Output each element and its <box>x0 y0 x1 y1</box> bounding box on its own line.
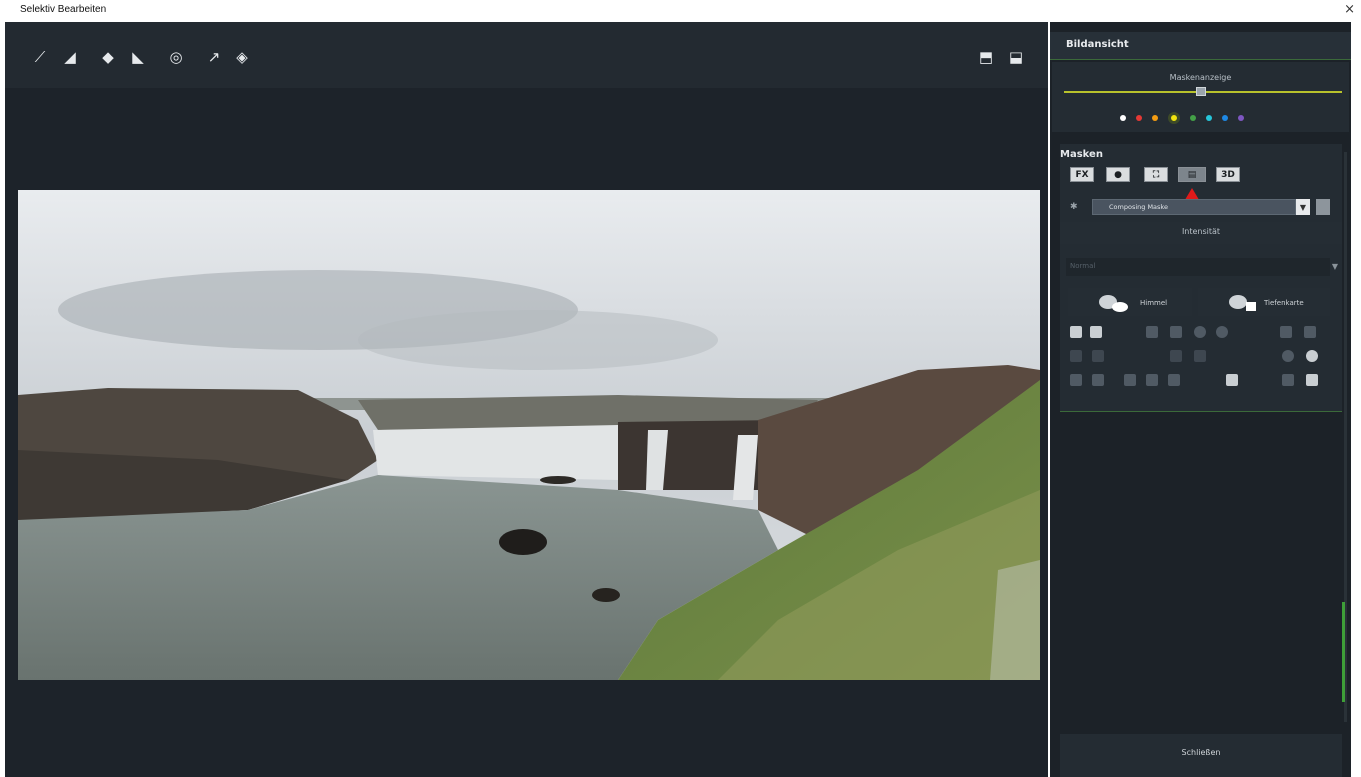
flow-low-icon[interactable] <box>1170 350 1182 362</box>
target-icon[interactable]: ◎ <box>165 46 187 68</box>
mask-clear-icon[interactable] <box>1304 326 1316 338</box>
mask-type-3d-button[interactable]: 3D <box>1216 167 1240 182</box>
blend-mode-value: Normal <box>1070 262 1096 270</box>
close-button-label: Schließen <box>1181 748 1221 757</box>
mask-combo[interactable]: Composing Maske <box>1092 199 1296 215</box>
photo-preview[interactable] <box>18 190 1040 680</box>
window-title: Selektiv Bearbeiten <box>20 4 107 15</box>
bildansicht-header[interactable]: Bildansicht <box>1050 32 1351 60</box>
mask-copy-icon[interactable] <box>1070 374 1082 386</box>
eraser-soft-icon[interactable]: ◣ <box>127 46 149 68</box>
mask-color-dot[interactable] <box>1222 115 1228 121</box>
masken-heading: Masken <box>1060 149 1103 160</box>
chevron-down-icon[interactable]: ▼ <box>1296 199 1310 215</box>
flow-high-icon[interactable] <box>1194 350 1206 362</box>
mask-combo-value: Composing Maske <box>1109 203 1168 211</box>
wand-icon[interactable]: ↗ <box>203 46 225 68</box>
brush-size-medium-icon[interactable] <box>1170 326 1182 338</box>
mask-color-dot[interactable] <box>1120 115 1126 121</box>
mask-paste-icon[interactable] <box>1092 374 1104 386</box>
load-mask-icon[interactable] <box>1282 374 1294 386</box>
brush-icon[interactable]: ⟋ <box>29 46 51 68</box>
mask-invert-icon[interactable] <box>1280 326 1292 338</box>
chevron-down-icon: ▼ <box>1331 262 1338 271</box>
mask-fill-icon[interactable] <box>1226 374 1238 386</box>
maskenanzeige-label: Maskenanzeige <box>1169 73 1232 82</box>
redo-icon[interactable] <box>1090 326 1102 338</box>
mask-color-dot[interactable] <box>1152 115 1158 121</box>
mask-subtract-icon[interactable] <box>1146 374 1158 386</box>
panel-scroll-indicator <box>1342 602 1345 702</box>
load-mask-icon[interactable]: ⬒ <box>975 46 997 68</box>
brush-size-large-icon[interactable] <box>1194 326 1206 338</box>
brush-size-small-icon[interactable] <box>1146 326 1158 338</box>
ai-sky-button[interactable]: Himmel <box>1068 288 1192 316</box>
fill-icon[interactable]: ◈ <box>231 46 253 68</box>
ai-sky-label: Himmel <box>1140 299 1168 307</box>
mask-type-gradient-button[interactable]: ▤ <box>1178 167 1206 182</box>
window-titlebar: Selektiv Bearbeiten × <box>0 0 1361 22</box>
undo-icon[interactable] <box>1070 326 1082 338</box>
ai-depth-button[interactable]: Tiefenkarte <box>1198 288 1330 316</box>
brush-size-xl-icon[interactable] <box>1216 326 1228 338</box>
brush-erase-icon[interactable]: ◢ <box>59 46 81 68</box>
mask-color-dot[interactable] <box>1206 115 1212 121</box>
close-button[interactable]: Schließen <box>1060 734 1342 777</box>
mask-type-fx-button[interactable]: FX <box>1070 167 1094 182</box>
mask-type-object-button[interactable]: ⛶ <box>1144 167 1168 182</box>
blend-mode-select[interactable]: Normal ▼ <box>1066 258 1338 276</box>
mask-color-dot[interactable] <box>1190 115 1196 121</box>
close-icon[interactable]: × <box>1344 2 1355 17</box>
masken-section: Masken FX ● ⛶ ▤ 3D ✱ Composing Maske ▼ I… <box>1060 144 1342 412</box>
save-mask-icon[interactable] <box>1306 374 1318 386</box>
save-mask-icon[interactable]: ⬓ <box>1005 46 1027 68</box>
hardness-soft-icon[interactable] <box>1070 350 1082 362</box>
brain-cloud-icon <box>1099 295 1128 312</box>
opacity-low-icon[interactable] <box>1282 350 1294 362</box>
eraser-icon[interactable]: ◆ <box>97 46 119 68</box>
maskenanzeige-slider-knob[interactable] <box>1196 87 1206 96</box>
mask-color-dot[interactable] <box>1136 115 1142 121</box>
mask-color-selector <box>1120 112 1244 124</box>
mask-color-dot[interactable] <box>1238 115 1244 121</box>
canvas-area: ⟋ ◢ ◆ ◣ ◎ ↗ ◈ ⬒ ⬓ <box>5 22 1048 777</box>
maskenanzeige-section: Maskenanzeige <box>1052 62 1349 132</box>
opacity-high-icon[interactable] <box>1306 350 1318 362</box>
brain-depth-icon <box>1229 295 1256 311</box>
mask-color-dot[interactable] <box>1168 112 1180 124</box>
trash-icon[interactable] <box>1316 199 1330 215</box>
hardness-hard-icon[interactable] <box>1092 350 1104 362</box>
ai-depth-label: Tiefenkarte <box>1264 299 1304 307</box>
mask-intersect-icon[interactable] <box>1168 374 1180 386</box>
intensity-row[interactable]: Intensität <box>1060 222 1342 244</box>
tool-toolbar: ⟋ ◢ ◆ ◣ ◎ ↗ ◈ ⬒ ⬓ <box>5 22 1048 88</box>
pin-icon[interactable]: ✱ <box>1070 202 1078 212</box>
intensity-label: Intensität <box>1181 227 1221 236</box>
right-panel: Bildansicht Maskenanzeige Masken FX ● ⛶ … <box>1050 22 1351 777</box>
bildansicht-title: Bildansicht <box>1066 39 1129 50</box>
mask-type-radial-button[interactable]: ● <box>1106 167 1130 182</box>
window-edge <box>1351 22 1361 777</box>
mask-add-icon[interactable] <box>1124 374 1136 386</box>
